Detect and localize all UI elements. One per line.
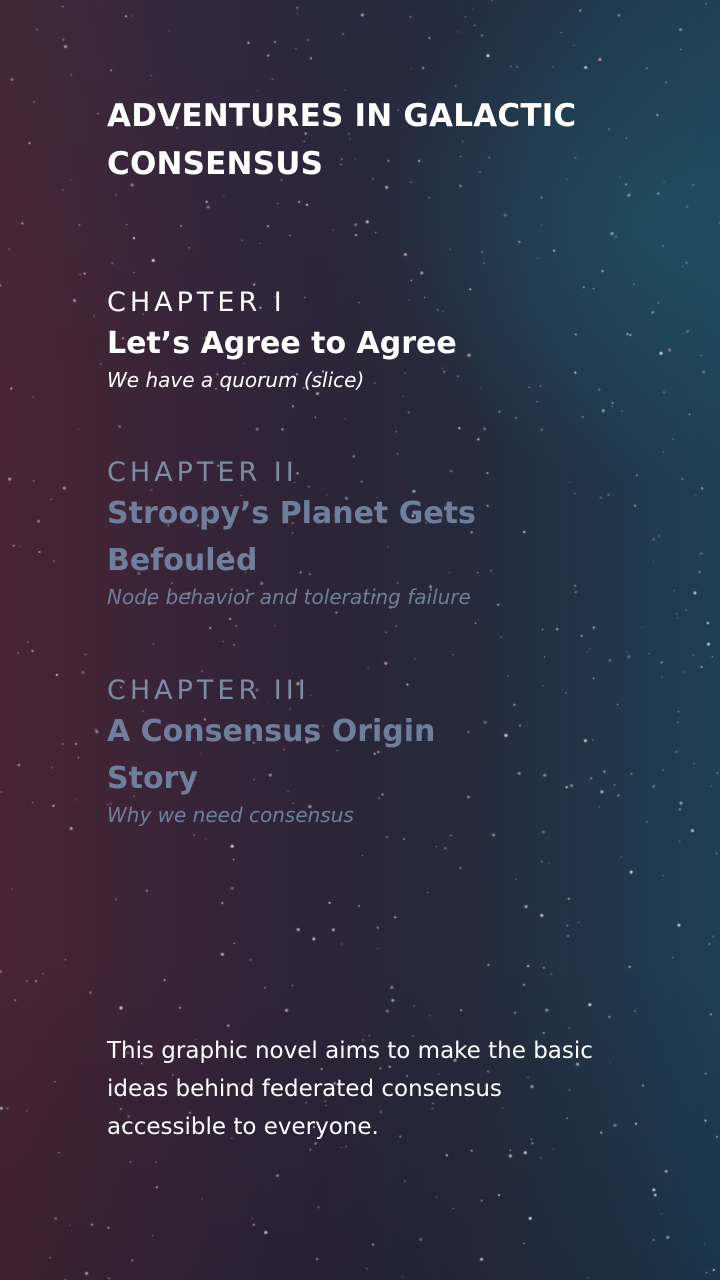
chapter-title: A Consensus Origin Story	[107, 714, 436, 796]
chapter-item-2[interactable]: CHAPTER II Stroopy’s Planet Gets Befoule…	[107, 456, 667, 610]
chapter-title: Stroopy’s Planet Gets Befouled	[107, 496, 476, 578]
chapter-subtitle: We have a quorum (slice)	[107, 368, 365, 392]
chapter-item-1[interactable]: CHAPTER I Let’s Agree to Agree We have a…	[107, 286, 667, 393]
chapter-title: Let’s Agree to Agree	[107, 326, 457, 361]
chapter-number: CHAPTER III	[107, 675, 310, 706]
description-text: This graphic novel aims to make the basi…	[107, 1038, 593, 1140]
chapter-number: CHAPTER II	[107, 457, 298, 488]
chapter-subtitle: Node behavior and tolerating failure	[107, 585, 471, 609]
chapter-item-3[interactable]: CHAPTER III A Consensus Origin Story Why…	[107, 674, 667, 828]
page-title: ADVENTURES IN GALACTIC CONSENSUS	[107, 98, 577, 182]
chapter-number: CHAPTER I	[107, 287, 286, 318]
chapter-subtitle: Why we need consensus	[107, 803, 354, 827]
